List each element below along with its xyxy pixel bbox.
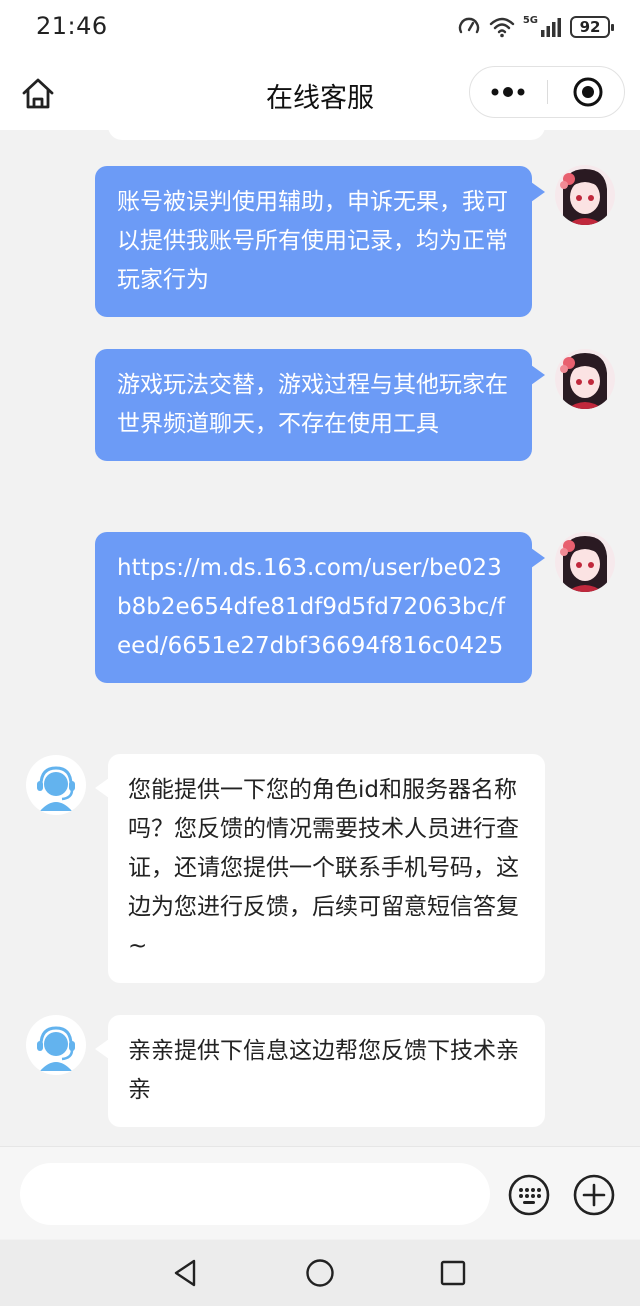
keyboard-icon (508, 1174, 550, 1216)
wifi-icon (489, 17, 515, 38)
user-avatar[interactable] (555, 165, 615, 225)
recent-square-icon (440, 1260, 466, 1286)
nav-home-button[interactable] (304, 1257, 336, 1289)
status-icons: 5G 92 (457, 13, 614, 41)
home-circle-icon (306, 1259, 334, 1287)
system-nav-bar (0, 1240, 640, 1306)
battery-icon: 92 (570, 16, 614, 38)
signal-icon (541, 18, 561, 37)
agent-message-bubble[interactable]: 您能提供一下您的角色id和服务器名称吗？您反馈的情况需要技术人员进行查证，还请您… (95, 754, 545, 983)
message-text: 账号被误判使用辅助，申诉无果，我可以提供我账号所有使用记录，均为正常玩家行为 (117, 189, 508, 293)
nav-recent-button[interactable] (437, 1257, 469, 1289)
agent-message-bubble[interactable]: 亲亲提供下信息这边帮您反馈下技术亲亲 (95, 1015, 545, 1127)
more-button[interactable] (470, 67, 548, 117)
back-triangle-icon (174, 1259, 196, 1287)
message-link-text[interactable]: https://m.ds.163.com/user/be023b8b2e654d… (117, 555, 505, 659)
message-text: 亲亲提供下信息这边帮您反馈下技术亲亲 (128, 1038, 519, 1103)
user-avatar[interactable] (555, 532, 615, 592)
title-bar: 在线客服 (0, 56, 640, 130)
user-avatar-image (555, 532, 615, 592)
status-bar: 21:46 5G 92 (0, 0, 640, 56)
message-text: 游戏玩法交替，游戏过程与其他玩家在世界频道聊天，不存在使用工具 (117, 372, 508, 437)
network-type-label: 5G (522, 14, 538, 26)
data-speed-icon (458, 17, 480, 34)
nav-back-button[interactable] (170, 1257, 202, 1289)
customer-service-headset-icon (27, 1016, 85, 1074)
close-button[interactable] (548, 67, 626, 117)
status-time: 21:46 (36, 12, 108, 40)
chat-area[interactable]: 账号被误判使用辅助，申诉无果，我可以提供我账号所有使用记录，均为正常玩家行为 游… (0, 130, 640, 1146)
agent-avatar[interactable] (26, 755, 86, 815)
message-text: 您能提供一下您的角色id和服务器名称吗？您反馈的情况需要技术人员进行查证，还请您… (128, 777, 519, 959)
message-input[interactable] (20, 1163, 490, 1225)
mini-program-capsule (469, 66, 625, 118)
user-message-bubble[interactable]: https://m.ds.163.com/user/be023b8b2e654d… (95, 532, 545, 683)
more-dots-icon (491, 87, 525, 97)
user-avatar-image (555, 165, 615, 225)
user-avatar-image (555, 349, 615, 409)
customer-service-headset-icon (27, 756, 85, 814)
user-avatar[interactable] (555, 349, 615, 409)
user-message-bubble[interactable]: 账号被误判使用辅助，申诉无果，我可以提供我账号所有使用记录，均为正常玩家行为 (95, 166, 545, 317)
agent-avatar[interactable] (26, 1015, 86, 1075)
battery-level: 92 (579, 18, 601, 36)
close-target-icon (573, 77, 603, 107)
keyboard-button[interactable] (508, 1174, 550, 1216)
plus-icon (573, 1174, 615, 1216)
add-button[interactable] (573, 1174, 615, 1216)
input-bar (0, 1146, 640, 1239)
previous-message-bubble (108, 130, 545, 140)
user-message-bubble[interactable]: 游戏玩法交替，游戏过程与其他玩家在世界频道聊天，不存在使用工具 (95, 349, 545, 461)
